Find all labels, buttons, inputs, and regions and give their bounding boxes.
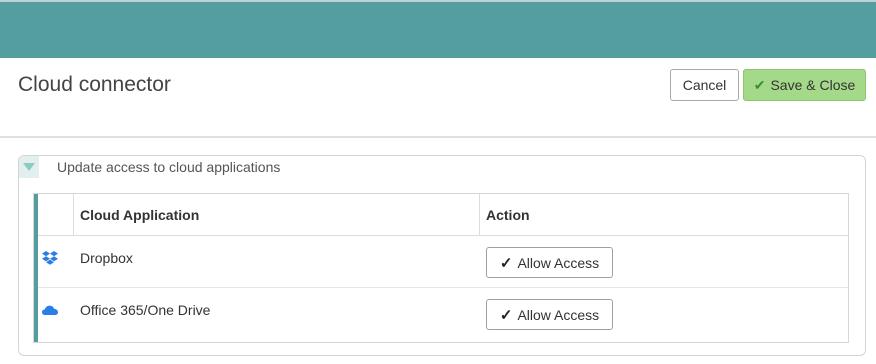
cloud-app-name: Dropbox [80,250,133,266]
panel-header: Update access to cloud applications [19,156,865,178]
checkmark-icon: ✔ [753,76,766,93]
checkmark-icon: ✓ [499,254,513,272]
dropbox-icon [42,251,58,265]
checkmark-icon: ✓ [499,306,513,324]
save-close-button[interactable]: ✔ Save & Close [743,69,866,101]
page-title: Cloud connector [18,73,171,96]
column-header-icon [38,194,74,236]
table-row: Dropbox ✓ Allow Access [38,236,848,288]
cancel-button-label: Cancel [682,77,727,93]
allow-access-button-onedrive[interactable]: ✓ Allow Access [486,299,613,330]
allow-access-label: Allow Access [517,254,600,271]
app-top-bar [0,0,876,58]
collapse-toggle[interactable] [19,156,39,178]
page-header: Cloud connector Cancel ✔ Save & Close [0,58,876,138]
allow-access-button-dropbox[interactable]: ✓ Allow Access [486,247,613,278]
cloud-apps-table: Cloud Application Action Dropbox ✓ Allow… [33,193,849,343]
column-header-cloud-application: Cloud Application [74,194,480,236]
table-header: Cloud Application Action [38,194,848,236]
save-close-button-label: Save & Close [770,77,856,93]
allow-access-label: Allow Access [517,306,600,323]
column-header-action: Action [486,207,530,223]
panel-title: Update access to cloud applications [57,159,281,175]
cancel-button[interactable]: Cancel [670,69,739,101]
table-row: Office 365/One Drive ✓ Allow Access [38,288,848,340]
cloud-app-name: Office 365/One Drive [80,302,211,318]
triangle-down-icon [23,163,35,171]
cloud-access-panel: Update access to cloud applications Clou… [18,155,866,356]
onedrive-icon [42,305,58,315]
